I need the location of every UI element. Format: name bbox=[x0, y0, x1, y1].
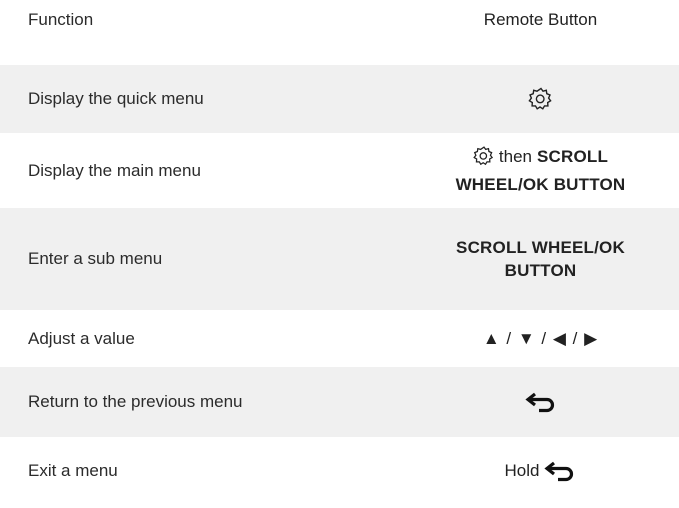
scroll-text: SCROLL bbox=[536, 146, 609, 166]
then-text: then bbox=[498, 146, 532, 166]
row-remote-button bbox=[420, 86, 679, 112]
hold-text: Hold bbox=[504, 461, 540, 480]
row-remote-button: SCROLL WHEEL/OK BUTTON bbox=[420, 236, 679, 282]
table-row: Return to the previous menu bbox=[0, 367, 679, 437]
back-arrow-icon bbox=[524, 392, 554, 413]
remote-functions-table: Function Remote Button Display the quick… bbox=[0, 0, 679, 505]
row-remote-button: ▲ / ▼ / ◀ / ▶ bbox=[420, 329, 679, 349]
row-function: Exit a menu bbox=[28, 461, 118, 480]
row-function: Return to the previous menu bbox=[28, 392, 243, 411]
back-arrow-icon bbox=[544, 461, 574, 482]
row-remote-button: then SCROLL WHEEL/OK BUTTON bbox=[420, 145, 679, 197]
header-remote-button: Remote Button bbox=[483, 10, 598, 29]
gear-icon bbox=[473, 146, 493, 166]
row-remote-button bbox=[420, 391, 679, 413]
table-row: Adjust a value ▲ / ▼ / ◀ / ▶ bbox=[0, 310, 679, 367]
button-text: BUTTON bbox=[504, 261, 577, 280]
scroll-wheel-text: SCROLL WHEEL/OK bbox=[456, 238, 625, 257]
table-row: Exit a menu Hold bbox=[0, 437, 679, 505]
header-function: Function bbox=[28, 10, 94, 29]
row-remote-button: Hold bbox=[420, 460, 679, 482]
gear-icon bbox=[527, 87, 552, 110]
table-row: Display the quick menu bbox=[0, 65, 679, 133]
row-function: Display the quick menu bbox=[28, 89, 204, 108]
row-function: Enter a sub menu bbox=[28, 249, 163, 268]
table-row: Enter a sub menu SCROLL WHEEL/OK BUTTON bbox=[0, 208, 679, 310]
arrow-keys: ▲ / ▼ / ◀ / ▶ bbox=[482, 328, 599, 348]
header-row: Function Remote Button bbox=[0, 0, 679, 40]
table-row: Display the main menu then SCROLL WHEEL/… bbox=[0, 133, 679, 208]
wheel-ok-text: WHEEL/OK BUTTON bbox=[455, 175, 626, 195]
row-function: Adjust a value bbox=[28, 328, 135, 348]
row-function: Display the main menu bbox=[28, 160, 201, 180]
